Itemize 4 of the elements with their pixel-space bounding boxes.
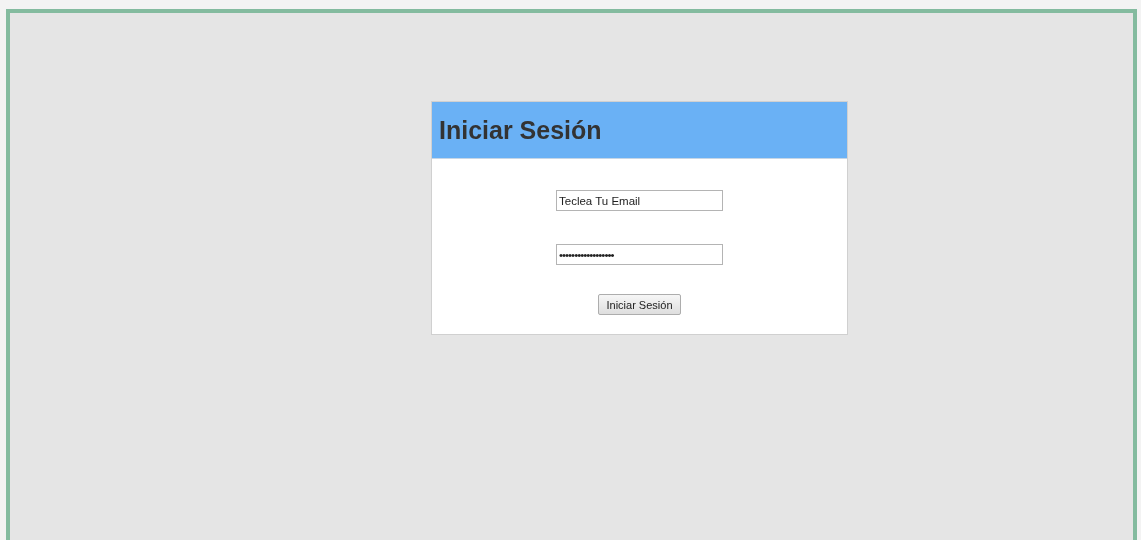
login-title: Iniciar Sesión	[439, 115, 602, 145]
login-button[interactable]: Iniciar Sesión	[598, 294, 681, 315]
email-field[interactable]: Teclea Tu Email	[556, 190, 723, 211]
password-field[interactable]: ••••••••••••••••••	[556, 244, 723, 265]
